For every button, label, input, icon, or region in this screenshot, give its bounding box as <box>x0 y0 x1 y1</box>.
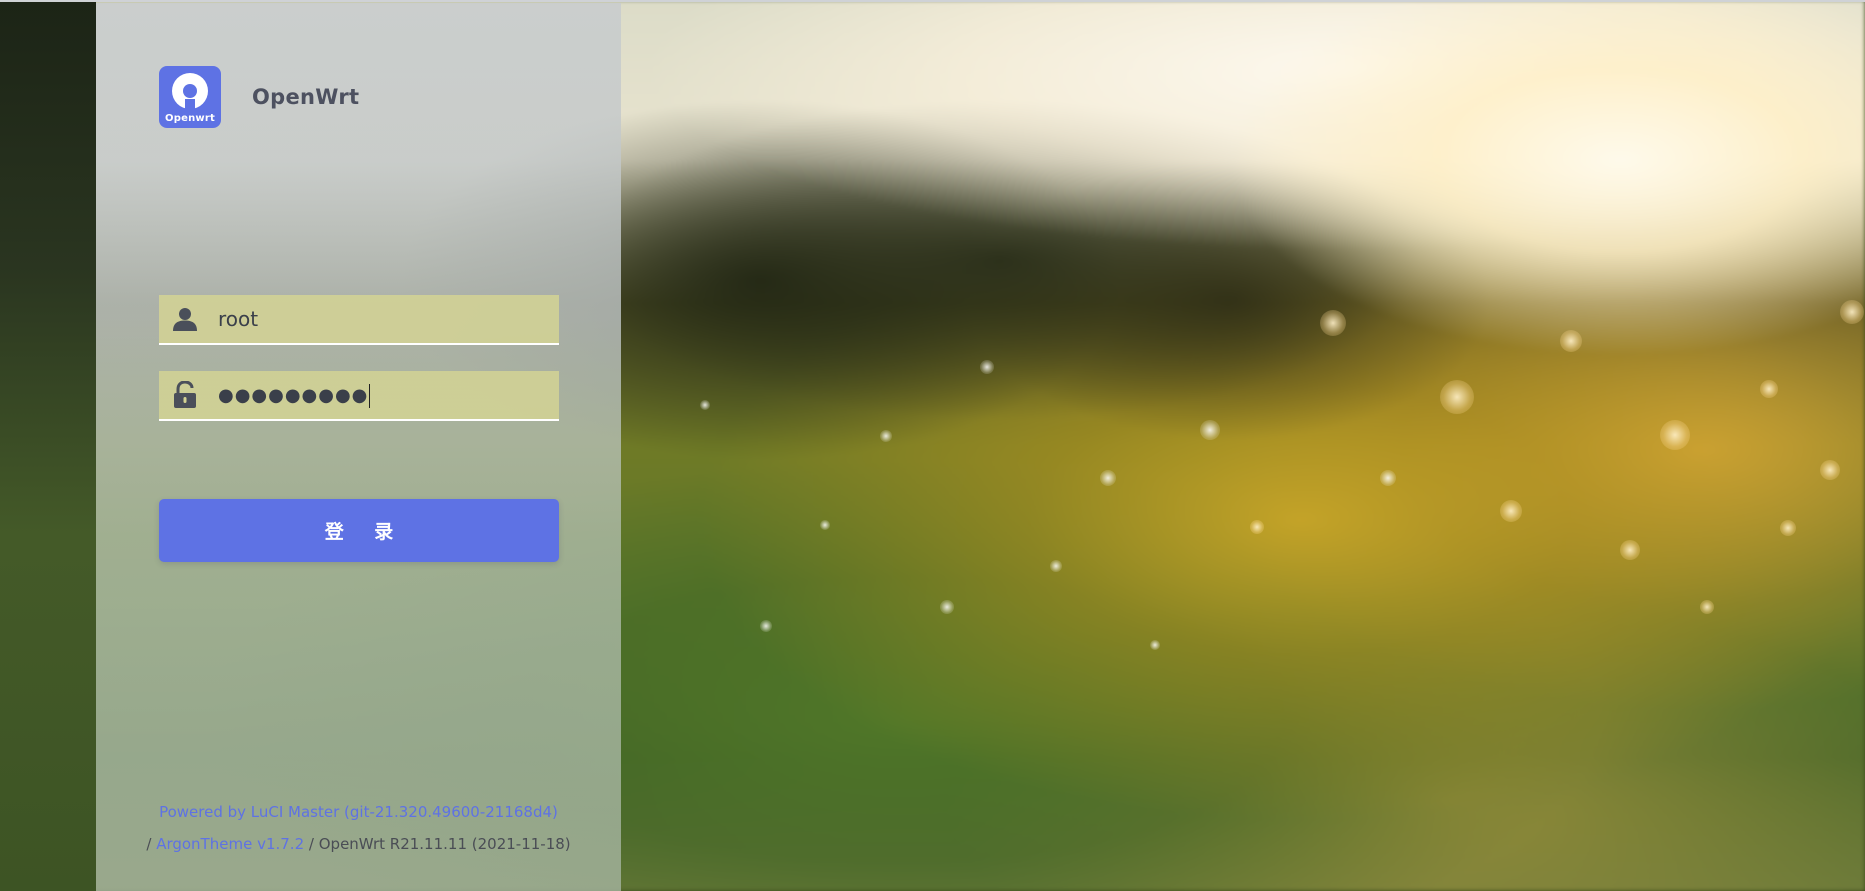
bokeh-dot <box>820 520 830 530</box>
text-caret <box>369 383 371 408</box>
bokeh-dot <box>1840 300 1864 324</box>
bokeh-dot <box>1150 640 1160 650</box>
footer: Powered by LuCI Master (git-21.320.49600… <box>96 796 621 860</box>
login-panel: Openwrt OpenWrt root ●●●●●●●●● 登 录 Power… <box>96 3 621 891</box>
login-button[interactable]: 登 录 <box>159 499 559 562</box>
openwrt-logo: Openwrt <box>159 66 221 128</box>
bokeh-dot <box>1250 520 1264 534</box>
logo-text: Openwrt <box>165 113 215 124</box>
luci-link[interactable]: Powered by LuCI Master (git-21.320.49600… <box>159 803 558 821</box>
bokeh-dot <box>940 600 954 614</box>
background-left-strip <box>0 0 96 891</box>
bokeh-dot <box>1440 380 1474 414</box>
footer-line-1: Powered by LuCI Master (git-21.320.49600… <box>96 796 621 828</box>
bokeh-dot <box>1700 600 1714 614</box>
footer-separator: / <box>146 835 152 853</box>
password-field[interactable]: ●●●●●●●●● <box>159 371 559 421</box>
bokeh-dot <box>1320 310 1346 336</box>
username-value: root <box>218 307 259 331</box>
openwrt-version: OpenWrt R21.11.11 (2021-11-18) <box>318 835 571 853</box>
logo-stem <box>185 99 195 111</box>
bokeh-dot <box>1380 470 1396 486</box>
password-value: ●●●●●●●●● <box>218 382 371 408</box>
bokeh-dot <box>1200 420 1220 440</box>
user-icon <box>171 305 199 333</box>
bokeh-dot <box>1660 420 1690 450</box>
unlock-icon <box>171 381 199 409</box>
bokeh-dot <box>1100 470 1116 486</box>
top-divider <box>0 0 1865 2</box>
footer-separator: / <box>308 835 314 853</box>
username-field[interactable]: root <box>159 295 559 345</box>
argon-theme-link[interactable]: ArgonTheme v1.7.2 <box>156 835 304 853</box>
bokeh-dot <box>700 400 710 410</box>
bokeh-dot <box>1500 500 1522 522</box>
login-page: Openwrt OpenWrt root ●●●●●●●●● 登 录 Power… <box>0 0 1865 891</box>
password-mask: ●●●●●●●●● <box>218 385 369 407</box>
bokeh-dot <box>1780 520 1796 536</box>
bokeh-dot <box>760 620 772 632</box>
bokeh-dot <box>880 430 892 442</box>
bokeh-dot <box>1820 460 1840 480</box>
brand-name: OpenWrt <box>252 85 360 109</box>
bokeh-dot <box>1760 380 1778 398</box>
bokeh-dot <box>1620 540 1640 560</box>
bokeh-dot <box>1560 330 1582 352</box>
bokeh-dot <box>980 360 994 374</box>
footer-line-2: / ArgonTheme v1.7.2 / OpenWrt R21.11.11 … <box>96 828 621 860</box>
brand: Openwrt OpenWrt <box>159 66 359 128</box>
bokeh-dot <box>1050 560 1062 572</box>
